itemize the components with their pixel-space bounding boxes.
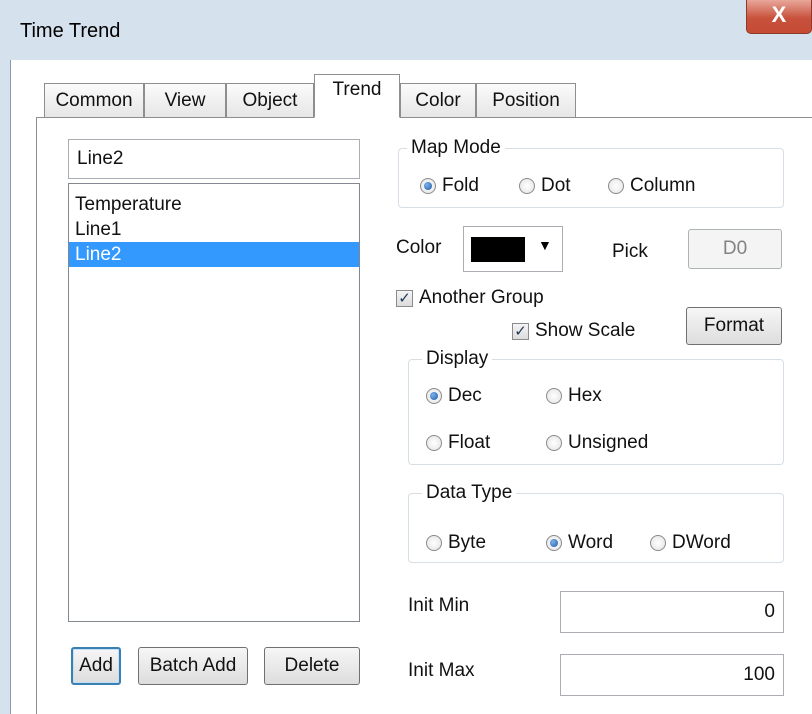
batch-add-button[interactable]: Batch Add [138,647,248,685]
radio-label: Float [448,432,491,453]
radio-label: Word [568,532,614,553]
radio-label: Fold [442,175,479,196]
radio-icon [519,178,535,194]
display-hex-radio[interactable]: Hex [546,385,602,407]
color-swatch [471,237,525,262]
add-button[interactable]: Add [71,647,121,685]
display-float-radio[interactable]: Float [426,432,490,454]
radio-icon [650,535,666,551]
radio-selected-icon [420,178,436,194]
list-item[interactable]: Line1 [69,217,359,242]
radio-label: Dec [448,385,482,406]
data-type-dword-radio[interactable]: DWord [650,532,731,554]
checkbox-label: Show Scale [535,320,636,341]
data-type-byte-radio[interactable]: Byte [426,532,486,554]
map-mode-fold-radio[interactable]: Fold [420,175,479,197]
init-min-input[interactable]: 0 [560,591,784,633]
chevron-down-icon: ▼ [538,237,552,253]
init-min-label: Init Min [408,595,470,616]
color-label: Color [396,237,442,258]
pick-address-button[interactable]: D0 [688,229,782,269]
checkbox-label: Another Group [419,287,544,308]
delete-button[interactable]: Delete [264,647,360,685]
line-name-input[interactable]: Line2 [68,139,360,179]
pick-label: Pick [612,241,648,262]
color-picker-dropdown[interactable]: ▼ [463,226,563,272]
map-mode-column-radio[interactable]: Column [608,175,695,197]
list-item[interactable]: Temperature [69,192,359,217]
init-max-input[interactable]: 100 [560,654,784,696]
checkmark-icon: ✓ [396,289,413,307]
data-type-word-radio[interactable]: Word [546,532,613,554]
display-unsigned-radio[interactable]: Unsigned [546,432,648,454]
radio-label: DWord [672,532,731,553]
trend-content: Line2 Temperature Line1 Line2 Add Batch … [0,0,812,714]
radio-label: Byte [448,532,487,553]
show-scale-checkbox[interactable]: ✓ Show Scale [512,320,635,342]
another-group-checkbox[interactable]: ✓ Another Group [396,287,544,309]
radio-label: Column [630,175,696,196]
radio-icon [546,435,562,451]
map-mode-label: Map Mode [407,137,505,159]
init-max-label: Init Max [408,660,475,681]
display-dec-radio[interactable]: Dec [426,385,482,407]
format-button[interactable]: Format [686,307,782,345]
radio-selected-icon [426,388,442,404]
data-type-label: Data Type [422,482,517,504]
list-item-selected[interactable]: Line2 [69,242,359,267]
map-mode-dot-radio[interactable]: Dot [519,175,571,197]
checkmark-icon: ✓ [512,322,529,340]
radio-icon [426,535,442,551]
radio-selected-icon [546,535,562,551]
radio-label: Hex [568,385,602,406]
display-label: Display [422,348,493,370]
radio-label: Unsigned [568,432,649,453]
radio-icon [426,435,442,451]
line-list[interactable]: Temperature Line1 Line2 [68,183,360,622]
radio-label: Dot [541,175,571,196]
radio-icon [608,178,624,194]
radio-icon [546,388,562,404]
